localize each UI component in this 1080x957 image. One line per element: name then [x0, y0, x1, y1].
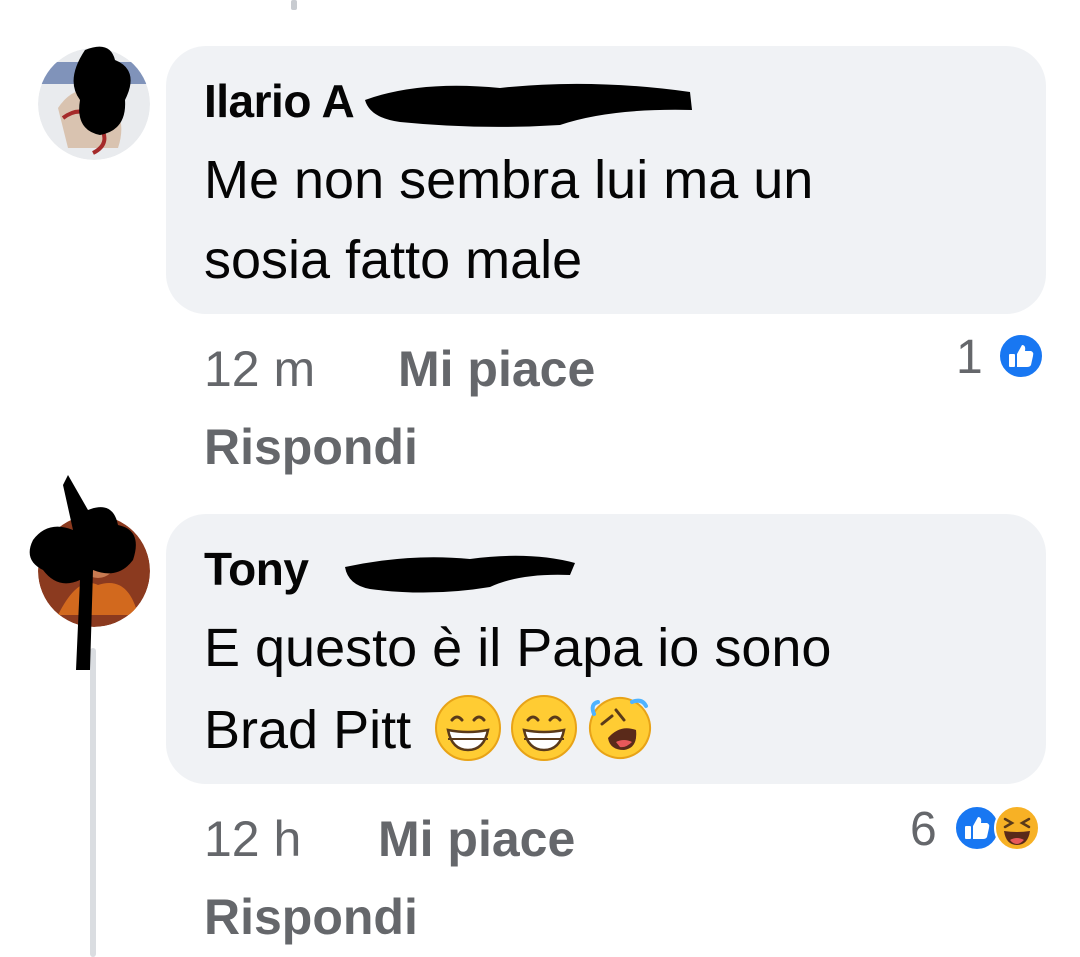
like-icon [998, 333, 1044, 379]
avatar-redaction [29, 475, 136, 670]
avatar-redaction [73, 46, 131, 135]
reply-button[interactable]: Rispondi [204, 888, 418, 946]
grinning-face-icon [435, 694, 502, 761]
reply-button[interactable]: Rispondi [204, 418, 418, 476]
rolling-laughing-icon [589, 696, 652, 759]
haha-icon [994, 805, 1040, 851]
comment-text-segment: Brad Pitt [204, 700, 412, 760]
reaction-count[interactable]: 1 [956, 330, 983, 385]
comment-text-line: Brad Pitt [204, 690, 654, 770]
name-redaction [365, 83, 692, 127]
comment-text-line: sosia fatto male [204, 230, 583, 290]
comment-timestamp[interactable]: 12 h [204, 810, 301, 868]
emoji-group [434, 694, 654, 762]
thread-line [291, 0, 297, 10]
comment-text-line: Me non sembra lui ma un [204, 150, 814, 210]
comment-author[interactable]: Tony [204, 542, 309, 596]
reaction-count[interactable]: 6 [910, 802, 937, 857]
grinning-face-icon [511, 694, 578, 761]
comment-author[interactable]: Ilario A [204, 74, 355, 128]
like-button[interactable]: Mi piace [398, 340, 595, 398]
reply-thread-line [90, 648, 96, 957]
like-button[interactable]: Mi piace [378, 810, 575, 868]
comment-timestamp[interactable]: 12 m [204, 340, 315, 398]
comment-text-line: E questo è il Papa io sono [204, 618, 832, 678]
name-redaction [345, 555, 575, 593]
